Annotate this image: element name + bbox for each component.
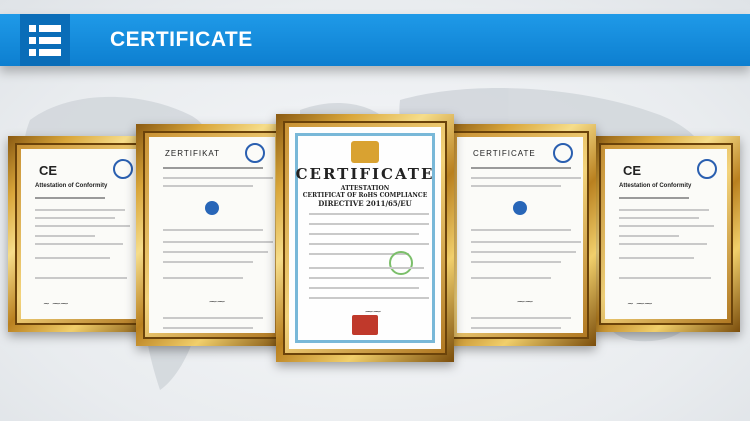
ce-mark: CE [39, 163, 58, 178]
text-line [619, 225, 714, 227]
text-line [163, 251, 268, 253]
text-line [309, 297, 429, 299]
text-line [163, 327, 253, 329]
text-line [619, 257, 694, 259]
certificate-frame-left-outer[interactable]: CE Attestation of Conformity ~ ⁓⁓ [8, 136, 156, 332]
text-line [471, 229, 571, 231]
certificate-frame-right-inner[interactable]: CERTIFICATE ⁓⁓ [444, 124, 596, 346]
text-line [619, 235, 679, 237]
text-line [309, 277, 429, 279]
certificate-document: CE Attestation of Conformity ~ ⁓⁓ [605, 149, 727, 319]
text-line [35, 197, 105, 199]
text-line [619, 197, 689, 199]
certificate-frame-right-outer[interactable]: CE Attestation of Conformity ~ ⁓⁓ [592, 136, 740, 332]
text-line [163, 167, 263, 169]
text-line [35, 225, 130, 227]
text-line [471, 185, 561, 187]
text-line [309, 267, 424, 269]
text-line [471, 167, 571, 169]
text-line [35, 257, 110, 259]
text-line [309, 243, 429, 245]
certificate-title: CERTIFICATE [295, 165, 435, 183]
certificate-directive: DIRECTIVE 2011/65/EU [318, 199, 412, 208]
certificate-document: CE Attestation of Conformity ~ ⁓⁓ [21, 149, 143, 319]
signature: ⁓⁓ [517, 297, 533, 306]
text-line [163, 317, 263, 319]
text-line [619, 277, 711, 279]
certification-badge-icon [697, 159, 717, 179]
text-line [471, 277, 551, 279]
certification-badge-icon [113, 159, 133, 179]
certificate-document: ZERTIFIKAT ⁓⁓ [149, 137, 275, 333]
text-line [163, 177, 273, 179]
certificate-title: Attestation of Conformity [619, 183, 692, 189]
certificate-document: CERTIFICATE ⁓⁓ [457, 137, 583, 333]
text-line [471, 241, 581, 243]
rohs-seal-icon [389, 251, 413, 275]
text-line [163, 277, 243, 279]
text-line [35, 217, 115, 219]
text-line [35, 243, 123, 245]
signature: ~ ⁓⁓ [43, 299, 69, 308]
text-line [35, 235, 95, 237]
text-line [309, 233, 419, 235]
certification-badge-icon [553, 143, 573, 163]
certificate-title: CERTIFICATE [473, 149, 536, 158]
text-line [619, 209, 709, 211]
text-line [163, 229, 263, 231]
text-line [35, 209, 125, 211]
text-line [619, 217, 699, 219]
certificate-subtitle: ATTESTATION [340, 185, 390, 192]
text-line [163, 241, 273, 243]
udem-logo-icon [351, 141, 379, 163]
text-line [471, 261, 561, 263]
text-line [619, 243, 707, 245]
text-line [471, 317, 571, 319]
text-line [163, 261, 253, 263]
list-menu-icon[interactable] [20, 14, 70, 66]
certificate-frame-center[interactable]: CERTIFICATE ATTESTATION CERTIFICAT OF Ro… [276, 114, 454, 362]
udem-stamp-icon [352, 315, 378, 335]
signature: ~ ⁓⁓ [627, 299, 653, 308]
header-bar: CERTIFICATE [0, 14, 750, 66]
certificate-title: ZERTIFIKAT [165, 149, 221, 158]
page-title: CERTIFICATE [110, 28, 253, 51]
text-line [309, 223, 429, 225]
certificate-subtitle-2: CERTIFICAT OF RoHS COMPLIANCE [302, 192, 428, 199]
ce-mark: CE [623, 163, 642, 178]
text-line [471, 177, 581, 179]
certification-badge-icon [245, 143, 265, 163]
text-line [309, 287, 419, 289]
text-line [471, 327, 561, 329]
page-stage: CERTIFICATE CE Attestation of Conformity… [0, 0, 750, 421]
certificate-title: Attestation of Conformity [35, 183, 108, 189]
text-line [471, 251, 576, 253]
tuv-seal-icon [513, 201, 527, 215]
tuv-seal-icon [205, 201, 219, 215]
signature: ⁓⁓ [209, 297, 225, 306]
text-line [309, 213, 429, 215]
certificate-frame-left-inner[interactable]: ZERTIFIKAT ⁓⁓ [136, 124, 288, 346]
text-line [35, 277, 127, 279]
text-line [163, 185, 253, 187]
rohs-certificate-document: CERTIFICATE ATTESTATION CERTIFICAT OF Ro… [289, 127, 441, 349]
